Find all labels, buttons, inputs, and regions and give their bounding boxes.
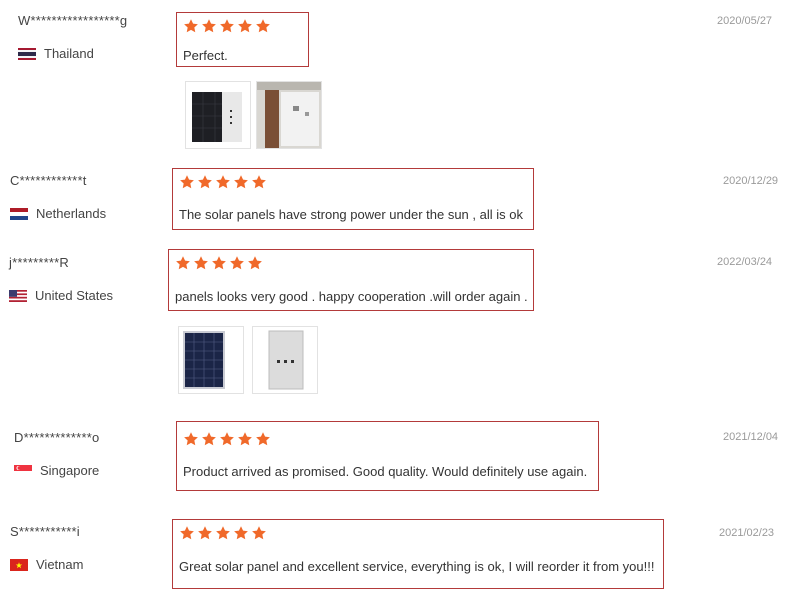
star-icon [255,431,271,447]
review-date: 2021/02/23 [719,527,775,539]
star-icon [193,255,209,271]
star-icon [175,255,191,271]
star-icon [237,431,253,447]
review-date: 2020/05/27 [717,15,773,27]
review-box: Product arrived as promised. Good qualit… [176,421,599,491]
star-rating [183,431,271,447]
reviewer-country: Netherlands [10,206,106,221]
star-icon [233,525,249,541]
star-icon [229,255,245,271]
review-box: panels looks very good . happy cooperati… [168,249,534,311]
review-text: The solar panels have strong power under… [179,207,523,222]
flag-singapore-icon [14,464,32,477]
flag-netherlands-icon [10,207,28,220]
reviewer-country: Thailand [18,46,94,61]
star-icon [247,255,263,271]
star-icon [201,18,217,34]
review-photo[interactable] [178,326,244,394]
review-text: Product arrived as promised. Good qualit… [183,464,588,479]
country-label: Vietnam [36,557,84,572]
review-photo[interactable] [252,326,318,394]
review-text: Great solar panel and excellent service,… [179,559,655,574]
star-rating [179,525,267,541]
reviewer-name: D*************o [14,430,100,445]
review-box: Perfect. [176,12,309,67]
country-label: Netherlands [36,206,107,221]
star-rating [179,174,267,190]
star-icon [255,18,271,34]
star-icon [219,431,235,447]
star-icon [211,255,227,271]
country-label: Singapore [40,463,100,478]
reviewer-name: j*********R [9,255,70,270]
flag-thailand-icon [18,47,36,60]
star-icon [197,525,213,541]
star-icon [215,174,231,190]
star-icon [183,431,199,447]
review-box: The solar panels have strong power under… [172,168,534,230]
reviewer-name: C************t [10,173,87,188]
review-text: panels looks very good . happy cooperati… [175,289,528,304]
star-icon [183,18,199,34]
review-photo[interactable] [256,81,322,149]
star-icon [233,174,249,190]
review-photo[interactable] [185,81,251,149]
review-date: 2021/12/04 [723,431,779,443]
reviewer-country: United States [9,288,113,303]
reviewer-country: Vietnam [10,557,83,572]
review-date: 2022/03/24 [717,256,773,268]
star-icon [197,174,213,190]
star-rating [175,255,263,271]
star-icon [251,525,267,541]
country-label: Thailand [44,46,94,61]
star-icon [215,525,231,541]
country-label: United States [35,288,114,303]
flag-vietnam-icon [10,558,28,571]
flag-united-states-icon [9,289,27,302]
star-icon [201,431,217,447]
reviewer-name: S***********i [10,524,80,539]
star-icon [179,174,195,190]
review-text: Perfect. [183,48,228,63]
star-icon [237,18,253,34]
star-rating [183,18,271,34]
review-box: Great solar panel and excellent service,… [172,519,664,589]
reviewer-name: W*****************g [18,13,128,28]
reviewer-country: Singapore [14,463,99,478]
star-icon [179,525,195,541]
star-icon [219,18,235,34]
star-icon [251,174,267,190]
review-date: 2020/12/29 [723,175,779,187]
